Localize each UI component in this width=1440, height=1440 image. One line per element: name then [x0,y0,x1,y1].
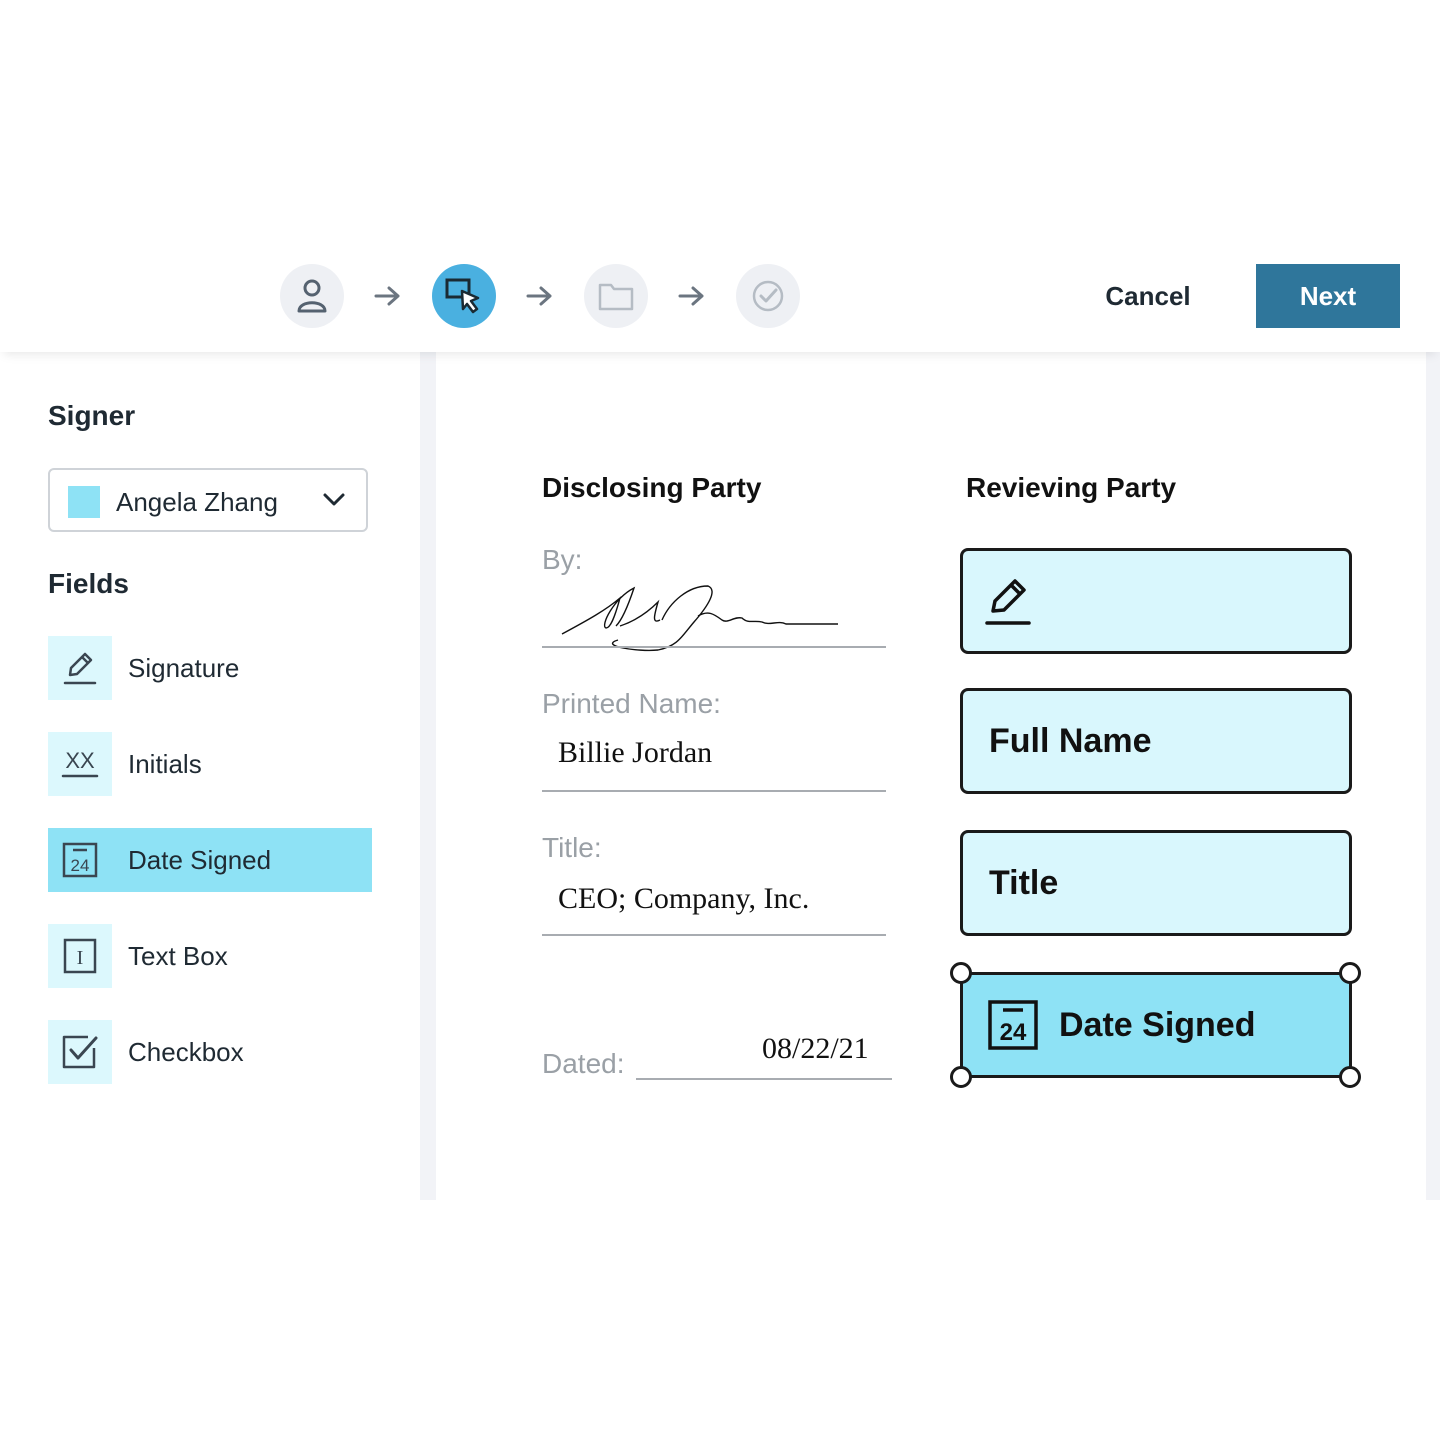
field-item-checkbox[interactable]: Checkbox [48,1020,372,1084]
handwritten-signature [561,585,838,652]
resize-handle-bottom-right[interactable] [1339,1066,1361,1088]
svg-text:24: 24 [71,856,90,875]
editor-area: Signer Angela Zhang Fields Signature XX … [0,352,1440,1200]
field-label: Signature [128,653,240,683]
title-line [542,934,886,936]
arrow-right-icon [374,286,400,306]
svg-text:I: I [77,947,84,969]
placed-field-date-signed[interactable]: 24 Date Signed [960,972,1352,1078]
step-recipients[interactable] [280,264,344,328]
resize-handle-bottom-left[interactable] [950,1066,972,1088]
signer-name: Angela Zhang [116,487,278,517]
disclosing-party-heading: Disclosing Party [542,472,762,503]
field-item-text-box[interactable]: I Text Box [48,924,372,988]
chevron-down-icon [323,493,345,506]
fields-heading: Fields [48,568,129,599]
text-box-icon: I [63,938,97,974]
svg-text:24: 24 [1000,1019,1027,1046]
dated-label: Dated: [542,1048,625,1079]
signer-color-swatch [68,486,100,518]
person-icon [297,279,327,313]
fields-sidebar: Signer Angela Zhang Fields Signature XX … [0,352,420,1200]
resize-handle-top-right[interactable] [1339,962,1361,984]
cancel-button[interactable]: Cancel [1080,264,1216,328]
printed-name-value: Billie Jordan [558,736,713,769]
dated-value: 08/22/21 [762,1032,869,1065]
by-label: By: [542,544,583,575]
title-label: Title: [542,832,602,863]
field-label: Checkbox [128,1037,244,1067]
placed-field-label: Title [989,864,1059,902]
field-item-date-signed[interactable]: 24 Date Signed [48,828,372,892]
printed-name-label: Printed Name: [542,688,721,719]
placed-field-title[interactable]: Title [960,830,1352,936]
receiving-party-heading: Revieving Party [966,472,1177,503]
signer-dropdown[interactable]: Angela Zhang [48,468,368,532]
pen-icon [63,652,97,685]
step-review[interactable] [584,264,648,328]
resize-handle-top-left[interactable] [950,962,972,984]
checkbox-icon [62,1035,98,1069]
field-label: Initials [128,749,202,779]
calendar-icon: 24 [62,842,98,878]
folder-icon [598,283,634,311]
next-button[interactable]: Next [1256,264,1400,328]
placed-field-label: Date Signed [1059,1006,1256,1044]
signer-heading: Signer [48,400,136,431]
calendar-icon: 24 [988,1000,1038,1050]
arrow-right-icon [526,286,552,306]
step-send[interactable] [736,264,800,328]
field-item-signature[interactable]: Signature [48,636,372,700]
arrow-right-icon [678,286,704,306]
initials-icon: XX [61,748,99,778]
cursor-select-icon [445,278,480,314]
printed-name-line [542,790,886,792]
check-circle-icon [752,280,784,312]
header-toolbar: Cancel Next [0,240,1440,352]
field-label: Date Signed [128,845,272,875]
document-page: Disclosing Party Revieving Party By: Pri… [436,352,1426,1200]
placed-field-signature[interactable] [960,548,1352,654]
signature-line [542,646,886,648]
svg-text:XX: XX [65,748,95,773]
step-place-fields[interactable] [432,264,496,328]
pen-icon [985,579,1031,625]
title-value: CEO; Company, Inc. [558,882,810,915]
placed-field-label: Full Name [989,722,1152,760]
placed-field-full-name[interactable]: Full Name [960,688,1352,794]
dated-line [636,1078,892,1080]
field-label: Text Box [128,941,228,971]
field-item-initials[interactable]: XX Initials [48,732,372,796]
